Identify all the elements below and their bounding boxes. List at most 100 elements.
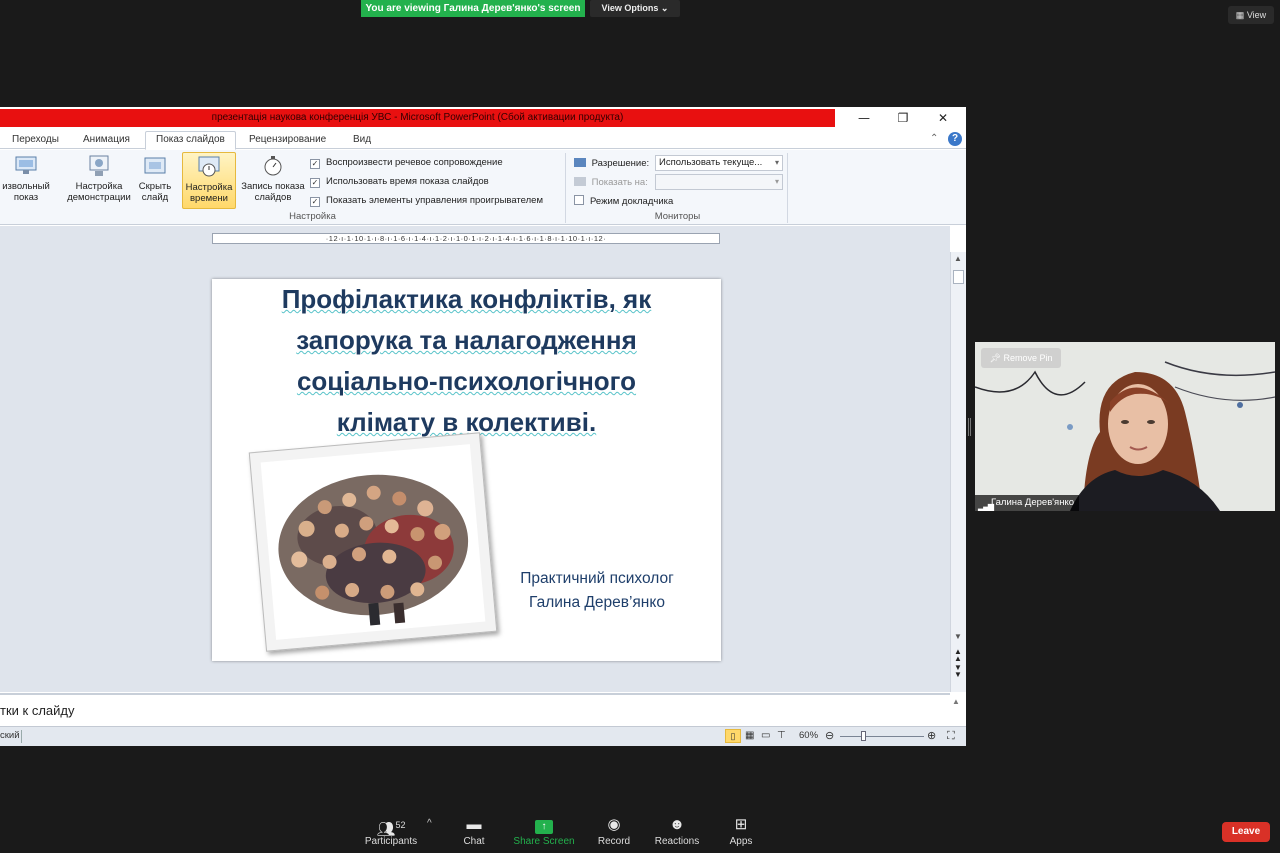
checkbox-narration[interactable]: ✓ Воспроизвести речевое сопровождение — [310, 153, 570, 172]
notes-placeholder: тки к слайду — [0, 703, 75, 718]
chevron-down-icon: ⌄ — [660, 3, 669, 13]
group-separator — [787, 153, 788, 223]
show-on-label: Показать на: — [591, 177, 648, 188]
status-bar: ский ▯ ▦ ▭ ⊤ 60% ⊖ ⊕ ⛶ — [0, 726, 966, 746]
slide-author: Практичний психолог Галина Дерев’янко — [492, 567, 702, 615]
checkbox-timings[interactable]: ✓ Использовать время показа слайдов — [310, 172, 570, 191]
checkbox-media-controls[interactable]: ✓ Показать элементы управления проигрыват… — [310, 191, 570, 210]
share-screen-icon: ↑ — [509, 814, 579, 836]
powerpoint-window: презентація наукова конференція УВС - Mi… — [0, 107, 966, 746]
participant-name: Галина Дерев'янко — [991, 497, 1074, 508]
tab-slideshow[interactable]: Показ слайдов — [145, 131, 236, 150]
group-label-monitors: Мониторы — [654, 211, 701, 222]
group-label-setup: Настройка — [289, 211, 336, 222]
presenter-view-label: Режим докладчика — [590, 196, 674, 207]
viewing-banner: You are viewing Галина Дерев'янко's scre… — [361, 0, 585, 17]
tab-transitions[interactable]: Переходы — [2, 132, 69, 149]
checkbox-checked-icon: ✓ — [310, 178, 320, 188]
leave-button[interactable]: Leave — [1222, 822, 1270, 842]
minimize-icon[interactable]: — — [844, 109, 884, 127]
slide-canvas[interactable]: Профілактика конфліктів, як запорука та … — [212, 279, 721, 661]
tab-view[interactable]: Вид — [343, 132, 381, 149]
resolution-value: Использовать текуще... — [659, 157, 763, 168]
show-on-dropdown[interactable]: ▾ — [655, 174, 783, 190]
slideshow-view-icon[interactable]: ⊤ — [777, 727, 786, 745]
participants-icon: 👥︎52 — [376, 820, 406, 838]
zoom-level[interactable]: 60% — [799, 727, 818, 745]
view-button-label: View — [1246, 10, 1267, 20]
vertical-scrollbar[interactable]: ▲ ▼ ▲ ▲ ▼ ▼ — [950, 252, 966, 692]
ribbon: извольный показ Настройка демонстрации С… — [0, 150, 966, 225]
tab-animation[interactable]: Анимация — [73, 132, 140, 149]
smiley-icon: ☻ — [669, 816, 685, 833]
slide-sorter-icon[interactable]: ▦ — [745, 727, 754, 745]
grid-icon: ▦ — [1235, 10, 1245, 20]
view-button[interactable]: ▦ View — [1228, 6, 1274, 24]
resolution-dropdown[interactable]: Использовать текуще... ▾ — [655, 155, 783, 171]
zoom-out-icon[interactable]: ⊖ — [825, 727, 834, 745]
monitor-icon — [13, 154, 39, 178]
remove-pin-label: Remove Pin — [1003, 353, 1053, 363]
zoom-slider[interactable] — [840, 736, 924, 737]
checkbox-narration-label: Воспроизвести речевое сопровождение — [326, 157, 503, 168]
custom-show-button[interactable]: извольный показ — [0, 154, 56, 203]
chat-icon: ▬ — [466, 816, 482, 833]
fit-to-window-icon[interactable]: ⛶ — [947, 727, 955, 745]
slide-title-line: Профілактика конфліктів, як — [281, 284, 652, 314]
checkbox-unchecked-icon — [574, 195, 584, 205]
scroll-up-icon[interactable]: ▲ — [954, 254, 962, 263]
participants-button[interactable]: 👥︎52 Participants — [356, 814, 426, 847]
title-bar: презентація наукова конференція УВС - Mi… — [0, 107, 966, 129]
view-options-button[interactable]: View Options ⌄ — [590, 0, 680, 17]
dropdown-arrow-icon: ▾ — [774, 158, 779, 167]
normal-view-icon[interactable]: ▯ — [725, 729, 741, 743]
setup-show-button[interactable]: Настройка демонстрации — [64, 154, 134, 203]
participant-video[interactable]: 📌︎ Remove Pin ▂▄▆ Галина Дерев'янко — [975, 342, 1275, 511]
record-button[interactable]: ◉ Record — [579, 814, 649, 847]
slide-title: Профілактика конфліктів, як запорука та … — [212, 279, 721, 443]
next-slide-icon[interactable]: ▼ ▼ — [954, 664, 962, 679]
zoom-slider-thumb[interactable] — [861, 731, 866, 741]
monitors-group: Разрешение: Использовать текуще... ▾ Пока… — [574, 154, 786, 211]
reactions-label: Reactions — [654, 836, 700, 847]
checkbox-timings-label: Использовать время показа слайдов — [326, 176, 489, 187]
participants-chevron-icon[interactable]: ^ — [427, 818, 432, 829]
previous-slide-icon[interactable]: ▲ ▲ — [954, 648, 962, 663]
restore-icon[interactable]: ❐ — [883, 109, 923, 127]
author-line-2: Галина Дерев’янко — [529, 594, 665, 611]
record-show-button[interactable]: Запись показа слайдов — [238, 154, 308, 203]
checkbox-presenter-view[interactable]: Режим докладчика — [574, 192, 786, 211]
status-divider — [21, 730, 22, 743]
reactions-button[interactable]: ☻ Reactions — [642, 814, 712, 847]
help-icon[interactable]: ? — [948, 132, 962, 146]
checkbox-checked-icon: ✓ — [310, 197, 320, 207]
hide-slide-button[interactable]: Скрыть слайд — [136, 154, 174, 203]
rehearse-timings-button[interactable]: Настройка времени — [182, 152, 236, 209]
record-label: Record — [597, 836, 631, 847]
share-screen-button[interactable]: ↑ Share Screen — [509, 814, 579, 847]
language-status: ский — [0, 730, 20, 741]
stopwatch-icon — [260, 154, 286, 178]
participants-label: Participants — [364, 836, 418, 847]
rehearse-timings-label: Настройка времени — [185, 182, 233, 204]
apps-button[interactable]: ⊞ Apps — [706, 814, 776, 847]
minimize-ribbon-icon[interactable]: ⌃ — [930, 133, 938, 144]
slide-title-line: соціально-психологічного — [296, 366, 637, 396]
setup-show-icon — [86, 154, 112, 178]
participant-name-tag: ▂▄▆ Галина Дерев'янко — [975, 495, 1079, 511]
hide-slide-label: Скрыть слайд — [138, 181, 172, 203]
notes-pane[interactable]: тки к слайду ▲ — [0, 693, 960, 726]
notes-scroll-up-icon[interactable]: ▲ — [952, 697, 960, 706]
zoom-in-icon[interactable]: ⊕ — [927, 727, 936, 745]
setup-checkboxes: ✓ Воспроизвести речевое сопровождение ✓ Ис… — [310, 153, 570, 210]
tab-review[interactable]: Рецензирование — [239, 132, 336, 149]
scroll-thumb[interactable] — [953, 270, 964, 284]
reading-view-icon[interactable]: ▭ — [761, 727, 770, 745]
remove-pin-button[interactable]: 📌︎ Remove Pin — [981, 348, 1061, 368]
crowd-image — [260, 444, 486, 640]
setup-show-label: Настройка демонстрации — [67, 181, 131, 203]
chat-button[interactable]: ▬ Chat — [439, 814, 509, 847]
splitter-handle[interactable] — [968, 418, 971, 436]
scroll-down-icon[interactable]: ▼ — [954, 632, 962, 641]
close-icon[interactable]: ✕ — [923, 109, 963, 127]
